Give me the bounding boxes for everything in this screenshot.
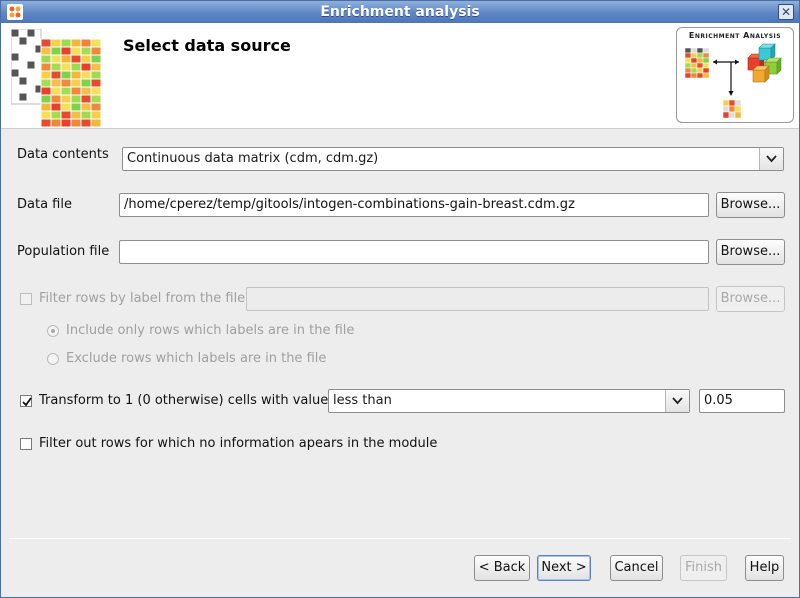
help-button[interactable]: Help bbox=[745, 555, 784, 581]
enrichment-analysis-logo: Enrichment Analysis bbox=[676, 27, 794, 123]
transform-checkbox[interactable] bbox=[20, 395, 32, 407]
data-file-label: Data file bbox=[17, 197, 72, 212]
chevron-down-icon bbox=[766, 155, 777, 163]
radio-selected-dot bbox=[51, 329, 55, 333]
data-contents-select[interactable]: Continuous data matrix (cdm, cdm.gz) bbox=[122, 147, 784, 171]
filter-out-rows-label: Filter out rows for which no information… bbox=[39, 436, 438, 451]
exclude-rows-radio[interactable] bbox=[47, 353, 59, 365]
checkmark-icon bbox=[22, 397, 32, 407]
enrichment-analysis-window: Enrichment analysis ✕ Select data source… bbox=[0, 0, 800, 598]
title-bar[interactable]: Enrichment analysis ✕ bbox=[1, 1, 799, 23]
transform-comparator-select[interactable]: less than bbox=[328, 389, 690, 413]
cancel-button[interactable]: Cancel bbox=[610, 555, 663, 581]
page-title: Select data source bbox=[123, 36, 291, 55]
population-file-browse-button[interactable]: Browse... bbox=[716, 239, 785, 265]
heatmap-graphic bbox=[11, 29, 102, 128]
transform-label: Transform to 1 (0 otherwise) cells with … bbox=[39, 393, 329, 408]
filter-rows-checkbox[interactable] bbox=[20, 293, 32, 305]
filter-rows-browse-button[interactable]: Browse... bbox=[716, 286, 785, 312]
data-contents-dropdown-button[interactable] bbox=[759, 148, 783, 170]
data-file-input[interactable]: /home/cperez/temp/gitools/intogen-combin… bbox=[119, 193, 709, 217]
window-title: Enrichment analysis bbox=[320, 4, 480, 20]
finish-button[interactable]: Finish bbox=[680, 555, 727, 581]
population-file-label: Population file bbox=[17, 244, 110, 259]
transform-cutoff-input[interactable]: 0.05 bbox=[699, 389, 785, 413]
data-contents-value: Continuous data matrix (cdm, cdm.gz) bbox=[127, 151, 379, 166]
data-contents-label: Data contents bbox=[17, 147, 109, 162]
transform-comparator-value: less than bbox=[333, 393, 392, 408]
include-rows-radio[interactable] bbox=[47, 325, 59, 337]
filter-rows-file-input[interactable] bbox=[246, 287, 709, 311]
back-button[interactable]: < Back bbox=[474, 555, 530, 581]
filter-out-rows-checkbox[interactable] bbox=[20, 438, 32, 450]
next-button[interactable]: Next > bbox=[537, 555, 591, 581]
button-bar-separator bbox=[9, 538, 791, 539]
comparator-dropdown-button[interactable] bbox=[665, 390, 689, 412]
include-rows-label: Include only rows which labels are in th… bbox=[66, 323, 355, 338]
close-window-button[interactable]: ✕ bbox=[778, 4, 794, 20]
enrichment-diagram-icon bbox=[684, 43, 782, 119]
data-file-browse-button[interactable]: Browse... bbox=[716, 192, 785, 218]
exclude-rows-label: Exclude rows which labels are in the fil… bbox=[66, 351, 327, 366]
logo-caption: Enrichment Analysis bbox=[688, 31, 782, 40]
chevron-down-icon bbox=[672, 397, 683, 405]
filter-rows-label: Filter rows by label from the file bbox=[39, 291, 246, 306]
wizard-header: Select data source Enrichment Analysis bbox=[1, 23, 799, 129]
population-file-input[interactable] bbox=[119, 240, 709, 264]
